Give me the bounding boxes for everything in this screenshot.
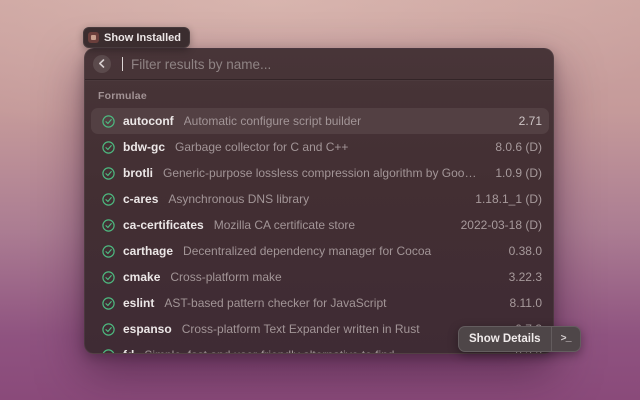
show-installed-label: Show Installed: [104, 32, 181, 44]
formula-description: Cross-platform make: [170, 270, 492, 284]
formula-name: c-ares: [123, 192, 158, 206]
list-item[interactable]: c-ares Asynchronous DNS library 1.18.1_1…: [91, 186, 549, 212]
search-input[interactable]: [131, 57, 543, 72]
check-circle-icon: [102, 323, 115, 336]
desktop-background: Show Installed Formulae autoconf Automat…: [0, 0, 640, 400]
formula-description: Garbage collector for C and C++: [175, 140, 479, 154]
formula-description: Decentralized dependency manager for Coc…: [183, 244, 493, 258]
formula-name: autoconf: [123, 114, 174, 128]
formula-description: Generic-purpose lossless compression alg…: [163, 166, 479, 180]
text-cursor: [122, 57, 123, 71]
formula-description: AST-based pattern checker for JavaScript: [164, 296, 493, 310]
check-circle-icon: [102, 115, 115, 128]
check-circle-icon: [102, 271, 115, 284]
list-item[interactable]: autoconf Automatic configure script buil…: [91, 108, 549, 134]
check-circle-icon: [102, 167, 115, 180]
check-circle-icon: [102, 141, 115, 154]
terminal-key-icon: >_: [551, 327, 580, 351]
formula-name: brotli: [123, 166, 153, 180]
list-item[interactable]: brotli Generic-purpose lossless compress…: [91, 160, 549, 186]
formula-version: 1.18.1_1 (D): [475, 192, 542, 206]
formula-description: Asynchronous DNS library: [168, 192, 459, 206]
list-item[interactable]: ca-certificates Mozilla CA certificate s…: [91, 212, 549, 238]
formula-version: 2.71: [519, 114, 542, 128]
check-circle-icon: [102, 193, 115, 206]
formula-version: 1.0.9 (D): [495, 166, 542, 180]
formula-version: 0.38.0: [509, 244, 542, 258]
formula-name: eslint: [123, 296, 154, 310]
formula-description: Simple, fast and user-friendly alternati…: [144, 348, 499, 354]
formula-version: 8.11.0: [510, 296, 542, 310]
formula-description: Automatic configure script builder: [184, 114, 503, 128]
check-circle-icon: [102, 297, 115, 310]
formula-version: 8.0.6 (D): [495, 140, 542, 154]
list-item[interactable]: eslint AST-based pattern checker for Jav…: [91, 290, 549, 316]
check-circle-icon: [102, 349, 115, 355]
list-item[interactable]: carthage Decentralized dependency manage…: [91, 238, 549, 264]
show-installed-button[interactable]: Show Installed: [83, 27, 190, 48]
raycast-window: Formulae autoconf Automatic configure sc…: [84, 48, 554, 354]
formula-name: cmake: [123, 270, 160, 284]
formula-version: 3.22.3: [509, 270, 542, 284]
chevron-left-icon: [98, 59, 105, 68]
formula-description: Cross-platform Text Expander written in …: [182, 322, 500, 336]
list-item[interactable]: cmake Cross-platform make 3.22.3: [91, 264, 549, 290]
formula-description: Mozilla CA certificate store: [214, 218, 445, 232]
formula-name: bdw-gc: [123, 140, 165, 154]
formula-name: carthage: [123, 244, 173, 258]
search-bar: [85, 49, 553, 80]
back-button[interactable]: [93, 55, 111, 73]
check-circle-icon: [102, 219, 115, 232]
list-item[interactable]: bdw-gc Garbage collector for C and C++ 8…: [91, 134, 549, 160]
formula-name: ca-certificates: [123, 218, 204, 232]
formula-name: fd: [123, 348, 134, 354]
section-header: Formulae: [98, 90, 553, 102]
formula-name: espanso: [123, 322, 172, 336]
check-circle-icon: [102, 245, 115, 258]
show-details-button[interactable]: Show Details >_: [458, 326, 581, 352]
formulae-list: autoconf Automatic configure script buil…: [85, 106, 553, 354]
show-details-label: Show Details: [459, 327, 551, 351]
formula-version: 2022-03-18 (D): [461, 218, 542, 232]
filter-icon: [88, 32, 99, 43]
